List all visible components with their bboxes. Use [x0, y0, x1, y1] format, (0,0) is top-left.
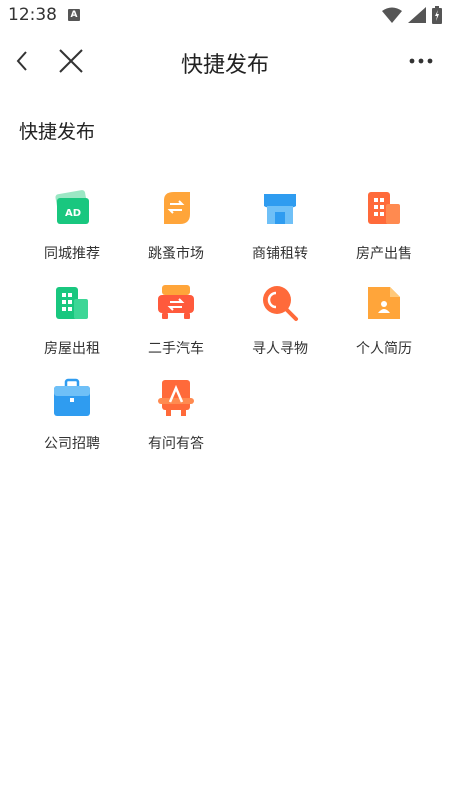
grid-item-label: 公司招聘 — [44, 436, 100, 452]
grid-item-label: 同城推荐 — [44, 246, 100, 262]
notification-icon: A — [68, 9, 80, 21]
storefront-icon — [264, 194, 296, 224]
status-time: 12:38 — [8, 5, 57, 25]
grid-item-find-people[interactable]: 寻人寻物 — [228, 283, 332, 363]
grid-item-flea-market[interactable]: 跳蚤市场 — [124, 188, 228, 268]
qa-icon — [158, 380, 194, 416]
ad-card-icon: AD — [55, 190, 89, 224]
grid-item-label: 二手汽车 — [148, 341, 204, 357]
signal-icon — [408, 7, 426, 23]
grid-item-recruitment[interactable]: 公司招聘 — [20, 378, 124, 458]
resume-icon — [368, 287, 400, 319]
svg-text:AD: AD — [65, 208, 81, 219]
grid-item-label: 房产出售 — [356, 246, 412, 262]
grid-item-label: 商铺租转 — [252, 246, 308, 262]
grid-item-property-sale[interactable]: 房产出售 — [332, 188, 436, 268]
status-bar: 12:38 A — [0, 0, 450, 30]
wifi-icon — [382, 7, 402, 23]
grid-item-label: 个人简历 — [356, 341, 412, 357]
status-icons — [382, 6, 442, 24]
grid-item-qa[interactable]: 有问有答 — [124, 378, 228, 458]
grid-item-label: 跳蚤市场 — [148, 246, 204, 262]
section-title: 快捷发布 — [19, 121, 96, 143]
more-options-icon[interactable] — [406, 46, 436, 76]
car-icon — [158, 285, 194, 319]
grid-item-same-city[interactable]: AD 同城推荐 — [20, 188, 124, 268]
battery-charging-icon — [432, 6, 442, 24]
nav-bar: 快捷发布 — [0, 36, 450, 86]
back-icon[interactable] — [8, 46, 38, 76]
grid-item-label: 有问有答 — [148, 436, 204, 452]
grid-item-resume[interactable]: 个人简历 — [332, 283, 436, 363]
building-icon — [368, 192, 400, 224]
grid-item-label: 寻人寻物 — [252, 341, 308, 357]
grid-item-house-rental[interactable]: 房屋出租 — [20, 283, 124, 363]
apartment-icon — [56, 287, 88, 319]
exchange-leaf-icon — [164, 192, 190, 224]
search-icon — [263, 286, 298, 321]
grid-item-label: 房屋出租 — [44, 341, 100, 357]
close-icon[interactable] — [56, 46, 86, 76]
grid-item-shop-rental[interactable]: 商铺租转 — [228, 188, 332, 268]
briefcase-icon — [54, 378, 90, 416]
grid-item-used-car[interactable]: 二手汽车 — [124, 283, 228, 363]
